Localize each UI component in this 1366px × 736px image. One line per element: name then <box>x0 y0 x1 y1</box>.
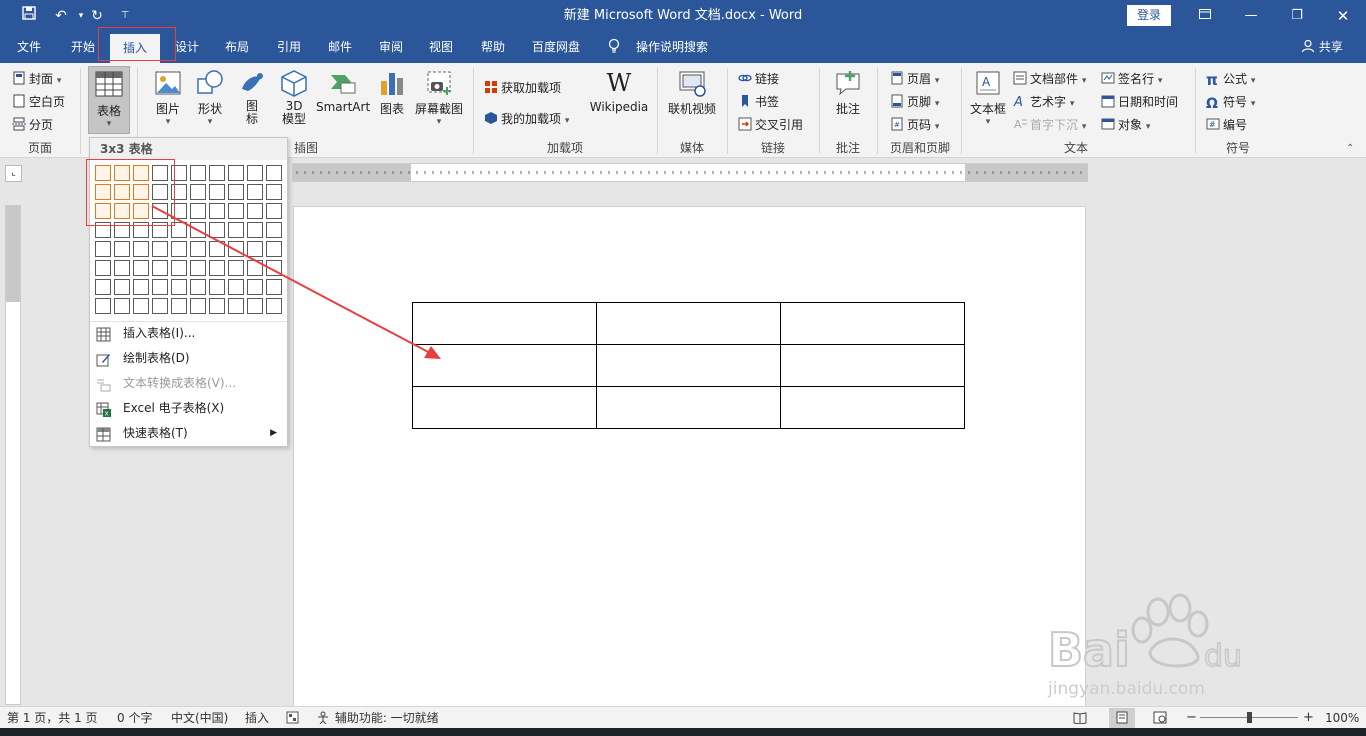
page-count[interactable]: 第 1 页，共 1 页 <box>7 710 98 726</box>
svg-text:Bai: Bai <box>1048 623 1130 677</box>
zoom-level[interactable]: 100% <box>1325 710 1359 726</box>
macro-record-icon[interactable] <box>286 710 299 726</box>
svg-text:jingyan.baidu.com: jingyan.baidu.com <box>1047 679 1205 699</box>
word-count[interactable]: 0 个字 <box>117 710 152 726</box>
status-bar: 第 1 页，共 1 页 0 个字 中文(中国) 插入 辅助功能: 一切就绪 − … <box>0 706 1366 728</box>
web-layout-icon[interactable] <box>1153 710 1167 726</box>
zoom-in-button[interactable]: + <box>1303 710 1314 726</box>
windows-taskbar <box>0 728 1366 736</box>
baidu-jingyan-watermark: Bai du jingyan.baidu.com <box>1040 590 1300 700</box>
read-mode-icon[interactable] <box>1073 710 1087 726</box>
zoom-out-button[interactable]: − <box>1186 710 1197 726</box>
insert-mode-indicator[interactable]: 插入 <box>245 710 269 726</box>
print-layout-icon[interactable] <box>1109 708 1135 728</box>
accessibility-status[interactable]: 辅助功能: 一切就绪 <box>316 710 439 726</box>
accessibility-icon <box>316 711 335 725</box>
language-indicator[interactable]: 中文(中国) <box>171 710 228 726</box>
svg-text:du: du <box>1204 639 1242 674</box>
zoom-slider-thumb[interactable] <box>1247 712 1252 723</box>
